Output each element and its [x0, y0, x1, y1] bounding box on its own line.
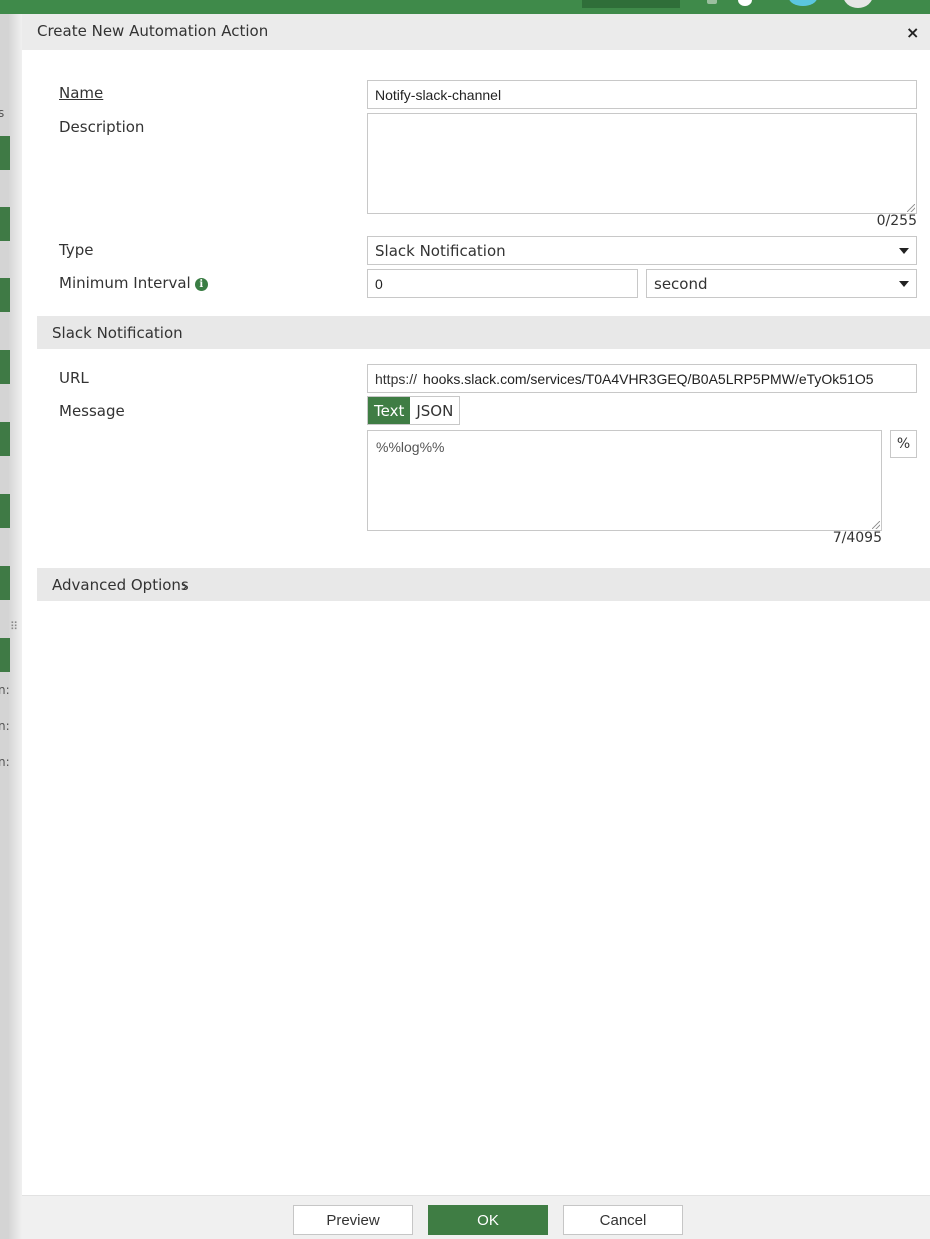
dialog-footer: Preview OK Cancel: [22, 1195, 930, 1239]
chevron-down-icon: [899, 280, 909, 287]
min-interval-value: 0: [375, 275, 383, 292]
resize-grip-icon[interactable]: [907, 204, 915, 212]
name-input[interactable]: Notify-slack-channel: [367, 80, 917, 109]
top-bar-icon[interactable]: [738, 0, 752, 6]
message-textarea[interactable]: %%log%%: [367, 430, 882, 531]
chevron-right-icon: ›: [182, 577, 188, 595]
help-icon[interactable]: [789, 0, 817, 6]
background-row: [0, 136, 10, 170]
url-prefix: https://: [375, 370, 418, 387]
info-icon[interactable]: i: [194, 278, 208, 291]
top-bar-icon[interactable]: [707, 0, 717, 4]
close-icon[interactable]: ×: [906, 23, 919, 42]
background-row: [0, 566, 10, 600]
url-input[interactable]: https:// hooks.slack.com/services/T0A4VH…: [367, 364, 917, 393]
min-interval-label-text: Minimum Interval: [59, 274, 191, 292]
format-option-text[interactable]: Text: [368, 397, 411, 424]
description-textarea[interactable]: [367, 113, 917, 214]
background-text: n:: [0, 719, 10, 733]
url-label: URL: [59, 369, 89, 387]
background-text: s: [0, 106, 5, 120]
dialog-header: Create New Automation Action ×: [22, 14, 930, 50]
resize-grip-icon[interactable]: [872, 521, 880, 529]
min-interval-unit-value: second: [654, 274, 708, 293]
type-label: Type: [59, 241, 94, 259]
message-format-toggle: Text JSON: [367, 396, 461, 425]
min-interval-unit-select[interactable]: second: [646, 269, 917, 298]
background-row: [0, 278, 10, 312]
background-row: [0, 422, 10, 456]
name-label: Name: [59, 84, 104, 102]
slack-notification-section-header: Slack Notification: [37, 316, 930, 349]
advanced-options-toggle[interactable]: Advanced Options ›: [37, 568, 930, 601]
background-text: n:: [0, 683, 10, 697]
insert-variable-button[interactable]: %: [890, 430, 917, 458]
message-label: Message: [59, 402, 125, 420]
name-input-value: Notify-slack-channel: [375, 86, 502, 103]
type-select-value: Slack Notification: [375, 241, 506, 260]
top-bar-button[interactable]: [582, 0, 680, 8]
cancel-button[interactable]: Cancel: [563, 1205, 683, 1235]
message-value: %%log%%: [376, 439, 445, 455]
min-interval-label: Minimum Interval i: [59, 274, 208, 292]
section-title: Slack Notification: [52, 324, 183, 342]
background-list-panel: s ⠿ n: n: n:: [0, 14, 22, 1239]
avatar[interactable]: [843, 0, 873, 8]
dialog-title: Create New Automation Action: [37, 22, 269, 40]
app-top-bar: [0, 0, 930, 14]
format-option-json[interactable]: JSON: [410, 397, 460, 424]
create-automation-action-dialog: Create New Automation Action × Name Noti…: [22, 14, 930, 1239]
description-label: Description: [59, 118, 145, 136]
message-char-counter: 7/4095: [832, 530, 882, 546]
url-value: hooks.slack.com/services/T0A4VHR3GEQ/B0A…: [423, 370, 874, 387]
resize-handle-icon[interactable]: ⠿: [10, 620, 18, 633]
description-char-counter: 0/255: [876, 213, 917, 229]
type-select[interactable]: Slack Notification: [367, 236, 917, 265]
background-row: [0, 207, 10, 241]
section-title: Advanced Options: [52, 576, 189, 594]
min-interval-input[interactable]: 0: [367, 269, 638, 298]
background-row: [0, 350, 10, 384]
preview-button[interactable]: Preview: [293, 1205, 413, 1235]
chevron-down-icon: [899, 247, 909, 254]
background-text: n:: [0, 755, 10, 769]
background-row: [0, 638, 10, 672]
ok-button[interactable]: OK: [428, 1205, 548, 1235]
background-row: [0, 494, 10, 528]
